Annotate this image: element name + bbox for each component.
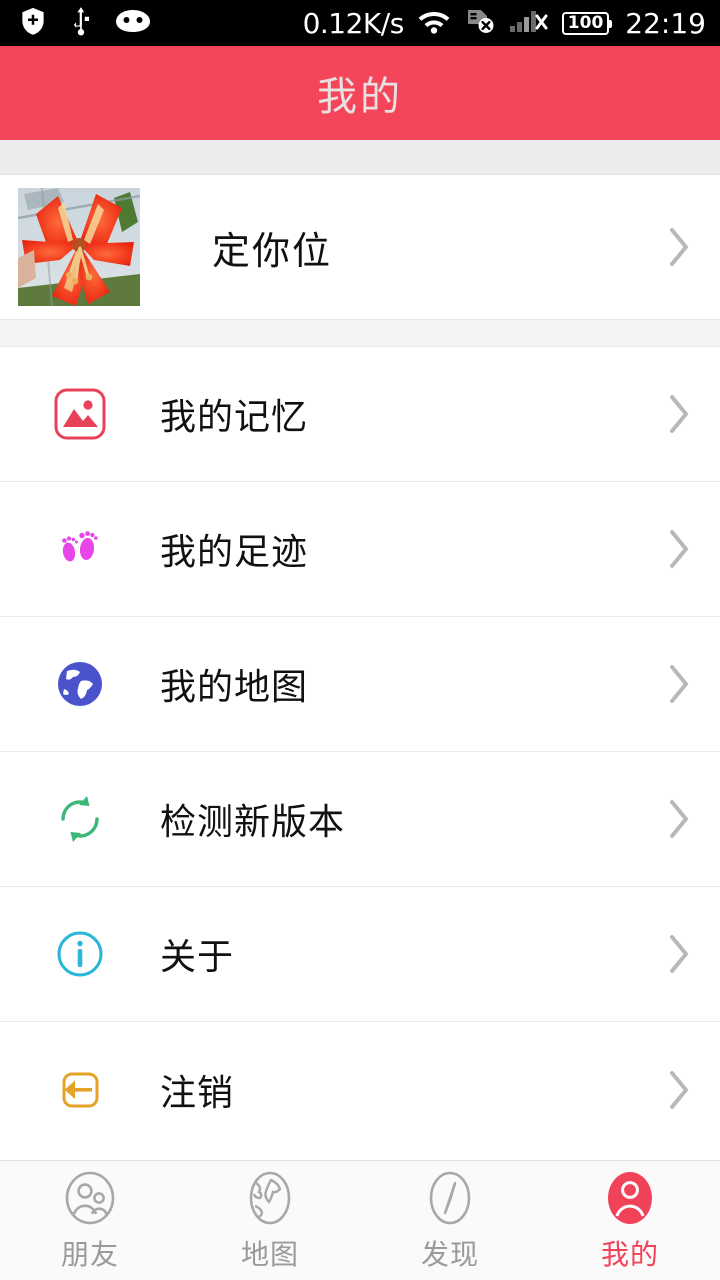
logout-icon bbox=[0, 1063, 160, 1117]
menu-item-label: 关于 bbox=[160, 937, 235, 978]
status-bar: 0.12K/s 100 22:19 bbox=[0, 0, 720, 46]
info-circle-icon bbox=[0, 927, 160, 981]
battery-level-text: 100 bbox=[567, 12, 604, 33]
section-divider-band bbox=[0, 319, 720, 347]
user-profile-icon bbox=[604, 1169, 656, 1227]
menu-item-label: 我的地图 bbox=[160, 667, 309, 708]
friends-icon bbox=[64, 1169, 116, 1227]
menu-item-label: 检测新版本 bbox=[160, 802, 346, 843]
settings-menu-list: 我的记忆 我的足迹 我的地图 检测新版本 关于 注销 bbox=[0, 347, 720, 1160]
menu-item-about[interactable]: 关于 bbox=[0, 887, 720, 1022]
menu-item-check-update[interactable]: 检测新版本 bbox=[0, 752, 720, 887]
profile-name: 定你位 bbox=[212, 228, 333, 273]
signal-no-service-icon bbox=[509, 7, 549, 39]
menu-item-my-memories[interactable]: 我的记忆 bbox=[0, 347, 720, 482]
chevron-right-icon bbox=[652, 527, 692, 571]
menu-item-logout[interactable]: 注销 bbox=[0, 1022, 720, 1157]
flower-photo-avatar bbox=[18, 188, 140, 306]
chevron-right-icon bbox=[652, 1068, 692, 1112]
footprints-icon bbox=[0, 522, 160, 576]
tab-label: 我的 bbox=[600, 1237, 659, 1271]
status-bar-clock: 22:19 bbox=[625, 6, 706, 40]
avatar[interactable] bbox=[18, 188, 140, 306]
bottom-navigation-bar: 朋友 地图 发现 我的 bbox=[0, 1160, 720, 1280]
refresh-sync-icon bbox=[0, 792, 160, 846]
shield-plus-icon bbox=[18, 6, 48, 40]
photo-image-icon bbox=[0, 387, 160, 441]
tab-map[interactable]: 地图 bbox=[180, 1161, 360, 1280]
menu-item-label: 注销 bbox=[160, 1072, 235, 1114]
tab-mine[interactable]: 我的 bbox=[540, 1161, 720, 1280]
android-face-icon bbox=[114, 8, 152, 38]
globe-icon bbox=[0, 657, 160, 711]
tab-label: 发现 bbox=[420, 1237, 479, 1271]
chevron-right-icon bbox=[652, 392, 692, 436]
tab-discover[interactable]: 发现 bbox=[360, 1161, 540, 1280]
tab-friends[interactable]: 朋友 bbox=[0, 1161, 180, 1280]
chevron-right-icon bbox=[652, 225, 692, 269]
usb-icon bbox=[68, 6, 94, 40]
tab-label: 朋友 bbox=[60, 1237, 119, 1271]
status-bar-right-icons: 0.12K/s 100 22:19 bbox=[303, 7, 706, 40]
menu-item-label: 我的记忆 bbox=[160, 397, 309, 438]
tab-label: 地图 bbox=[240, 1237, 299, 1271]
compass-icon bbox=[424, 1169, 476, 1227]
wifi-icon bbox=[417, 8, 451, 39]
menu-item-label: 我的足迹 bbox=[160, 532, 309, 573]
app-root: 0.12K/s 100 22:19 我的 定你位 我的记忆 我的足迹 我的地图 … bbox=[0, 0, 720, 1280]
profile-row[interactable]: 定你位 bbox=[0, 175, 720, 319]
battery-indicator: 100 bbox=[561, 11, 612, 35]
header-divider-band bbox=[0, 140, 720, 175]
network-speed-text: 0.12K/s bbox=[302, 6, 405, 40]
menu-item-my-map[interactable]: 我的地图 bbox=[0, 617, 720, 752]
chevron-right-icon bbox=[652, 932, 692, 976]
page-header: 我的 bbox=[0, 46, 720, 140]
page-title: 我的 bbox=[317, 74, 403, 120]
status-bar-left-icons bbox=[18, 6, 152, 40]
chevron-right-icon bbox=[652, 797, 692, 841]
menu-item-my-footprints[interactable]: 我的足迹 bbox=[0, 482, 720, 617]
sim-card-disabled-icon bbox=[464, 7, 496, 39]
chevron-right-icon bbox=[652, 662, 692, 706]
map-globe-icon bbox=[244, 1169, 296, 1227]
